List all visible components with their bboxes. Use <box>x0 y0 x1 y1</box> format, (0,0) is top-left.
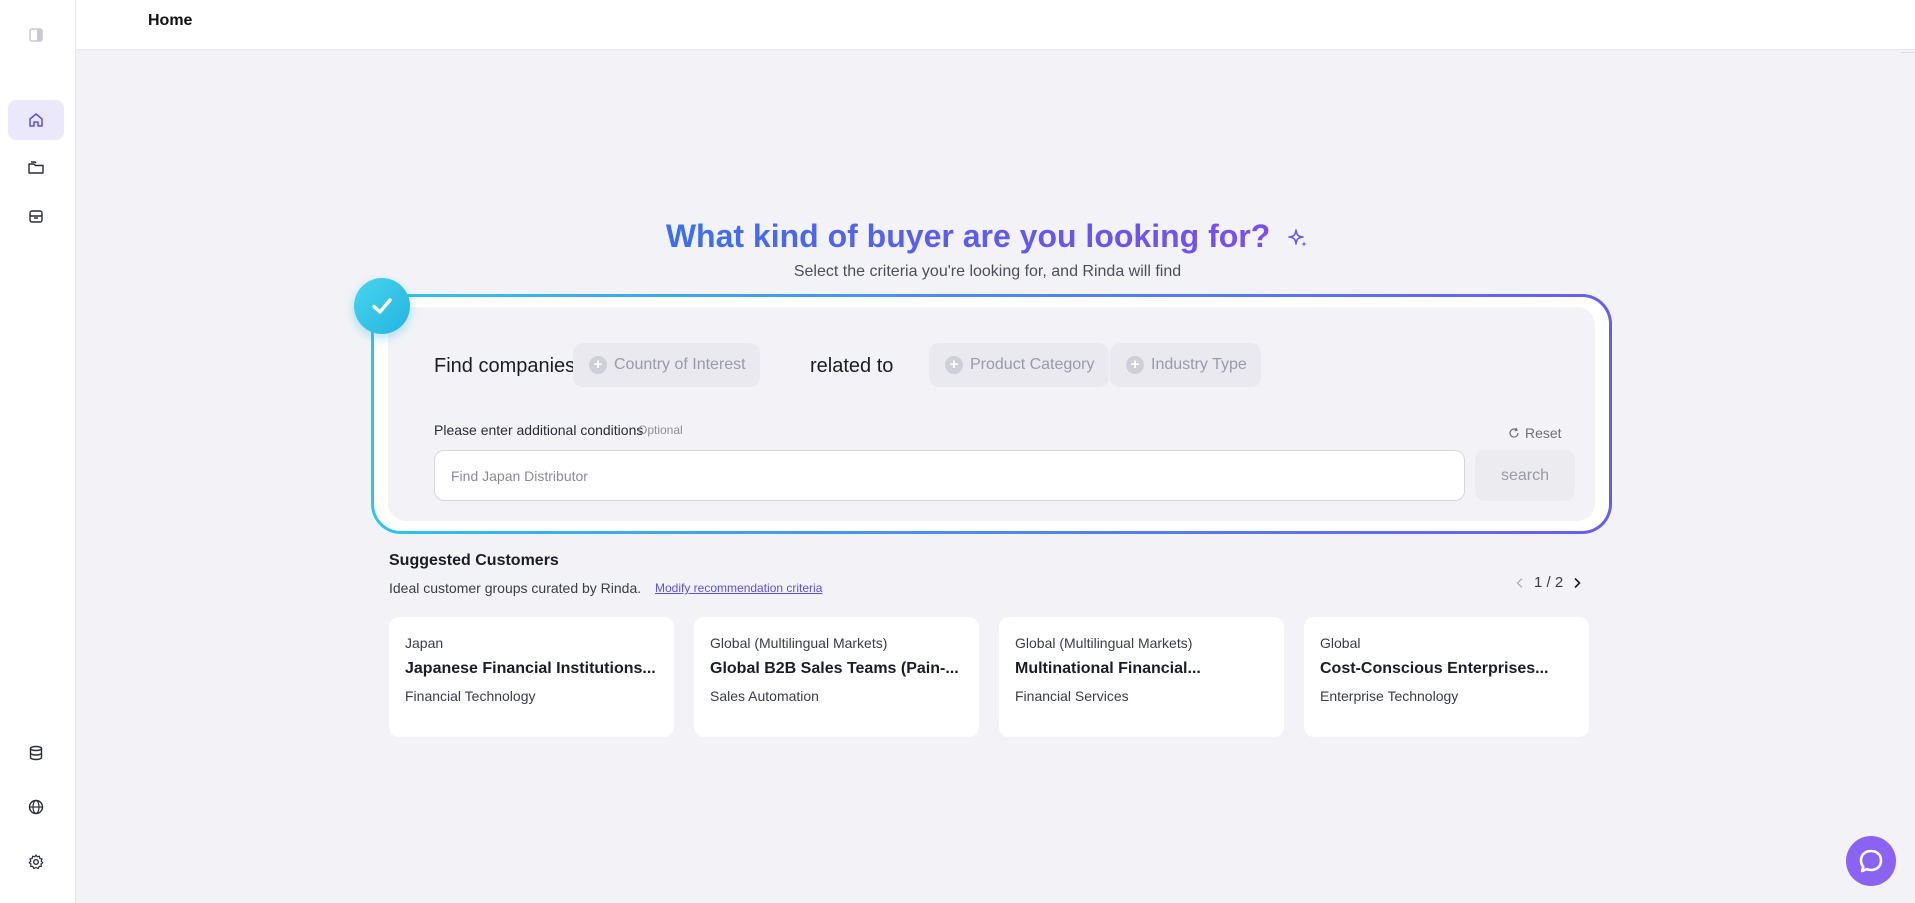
home-icon <box>29 113 43 127</box>
customer-name: Japanese Financial Institutions... <box>405 660 656 677</box>
chat-icon <box>1859 849 1883 873</box>
hero-title-text: What kind of buyer are you looking for? <box>665 218 1271 254</box>
sidebar-item-settings[interactable] <box>8 842 64 882</box>
check-icon <box>372 298 392 314</box>
sidebar-item-home[interactable] <box>8 100 64 140</box>
customer-industry: Financial Technology <box>405 688 536 704</box>
product-chip-label: Product Category <box>970 356 1095 373</box>
prev-page-button[interactable] <box>1512 575 1528 591</box>
page-indicator: 1 / 2 <box>1534 574 1564 591</box>
customer-card[interactable]: Global (Multilingual Markets) Multinatio… <box>999 617 1284 737</box>
find-companies-label: Find companies in <box>434 355 597 377</box>
search-button[interactable]: search <box>1475 450 1575 501</box>
folders-icon <box>28 161 44 174</box>
modify-criteria-link[interactable]: Modify recommendation criteria <box>655 581 822 595</box>
sparkle-icon <box>1288 228 1308 247</box>
customer-industry: Financial Services <box>1015 688 1129 704</box>
industry-type-chip[interactable]: + Industry Type <box>1110 343 1261 387</box>
customer-industry: Enterprise Technology <box>1320 688 1459 704</box>
database-icon <box>29 745 43 761</box>
sidebar <box>0 0 76 903</box>
sidebar-item-folders[interactable] <box>8 148 64 188</box>
customer-location: Japan <box>405 635 444 651</box>
sidebar-item-database[interactable] <box>8 733 64 773</box>
customer-location: Global (Multilingual Markets) <box>710 635 888 651</box>
check-badge <box>354 278 410 334</box>
related-to-label: related to <box>810 355 894 377</box>
search-card: Find companies in + Country of Interest … <box>388 307 1595 521</box>
page-title: Home <box>148 12 193 29</box>
pager: 1 / 2 <box>1512 574 1585 591</box>
product-category-chip[interactable]: + Product Category <box>929 343 1109 387</box>
sidebar-toggle-button[interactable] <box>8 15 64 55</box>
gear-icon <box>28 854 44 870</box>
sidebar-toggle-icon <box>29 28 43 42</box>
customer-name: Cost-Conscious Enterprises... <box>1320 660 1549 677</box>
customer-name: Global B2B Sales Teams (Pain-... <box>710 660 959 677</box>
sidebar-item-language[interactable] <box>8 787 64 827</box>
top-bar: Home <box>76 0 1915 53</box>
customer-card[interactable]: Japan Japanese Financial Institutions...… <box>389 617 674 737</box>
reset-button[interactable]: Reset <box>1508 425 1562 441</box>
customer-location: Global (Multilingual Markets) <box>1015 635 1193 651</box>
plus-icon: + <box>1126 356 1144 374</box>
customer-industry: Sales Automation <box>710 688 819 704</box>
suggested-title: Suggested Customers <box>389 552 559 569</box>
customer-name: Multinational Financial... <box>1015 660 1201 677</box>
chat-button[interactable] <box>1846 836 1896 886</box>
conditions-input[interactable] <box>434 450 1465 501</box>
conditions-label: Please enter additional conditions <box>434 422 644 438</box>
country-chip-label: Country of Interest <box>614 356 746 373</box>
search-panel-inner: Find companies in + Country of Interest … <box>374 297 1609 531</box>
hero-subtitle: Select the criteria you're looking for, … <box>793 263 1182 280</box>
plus-icon: + <box>945 356 963 374</box>
next-page-button[interactable] <box>1569 575 1585 591</box>
hero-title: What kind of buyer are you looking for? <box>0 218 1915 255</box>
globe-icon <box>28 799 44 815</box>
plus-icon: + <box>589 356 607 374</box>
reset-label: Reset <box>1525 425 1562 441</box>
customer-card[interactable]: Global (Multilingual Markets) Global B2B… <box>694 617 979 737</box>
refresh-icon <box>1509 427 1519 438</box>
customer-card[interactable]: Global Cost-Conscious Enterprises... Ent… <box>1304 617 1589 737</box>
optional-label: Optional <box>638 423 683 437</box>
customer-location: Global <box>1320 635 1361 651</box>
search-panel: Find companies in + Country of Interest … <box>371 294 1612 534</box>
chevron-left-icon <box>1516 577 1523 588</box>
industry-chip-label: Industry Type <box>1151 356 1247 373</box>
chevron-right-icon <box>1574 577 1581 588</box>
country-chip[interactable]: + Country of Interest <box>573 343 760 387</box>
suggested-subtitle: Ideal customer groups curated by Rinda. <box>389 580 642 596</box>
divider <box>1901 52 1915 53</box>
